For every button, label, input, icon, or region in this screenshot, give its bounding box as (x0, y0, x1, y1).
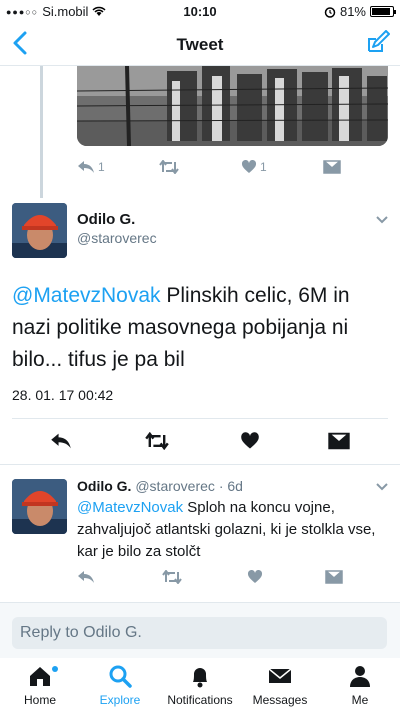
reply-input[interactable]: Reply to Odilo G. (12, 617, 387, 649)
chevron-down-icon[interactable] (375, 482, 389, 492)
author-name[interactable]: Odilo G. (77, 478, 131, 494)
dm-action[interactable] (328, 432, 350, 450)
tab-label: Notifications (167, 693, 233, 707)
bell-icon (193, 668, 207, 688)
tab-label: Me (351, 693, 369, 707)
tab-explore[interactable]: Explore (80, 664, 160, 707)
mention-link[interactable]: @MatevzNovak (77, 499, 183, 516)
author-name[interactable]: Odilo G. (77, 211, 135, 228)
notification-dot (52, 666, 58, 672)
tab-messages[interactable]: Messages (240, 664, 320, 707)
tab-me[interactable]: Me (320, 664, 400, 707)
battery-icon (370, 6, 396, 17)
tweet-timestamp: 28. 01. 17 00:42 (12, 387, 114, 403)
like-action[interactable] (247, 570, 325, 584)
heart-icon (241, 160, 257, 173)
page-title: Tweet (176, 35, 224, 54)
main-tweet-actions (50, 432, 350, 450)
direct-message-icon (323, 160, 341, 174)
reply-header: Odilo G. @staroverec · 6d (77, 478, 243, 494)
retweet-icon (145, 432, 169, 450)
divider (12, 418, 388, 419)
like-count: 1 (260, 160, 267, 174)
tweet-age: · 6d (218, 478, 243, 494)
envelope-icon (268, 668, 292, 683)
photo-image (77, 66, 388, 146)
reply-icon (78, 571, 94, 583)
reply-icon (78, 161, 94, 173)
heart-icon (241, 432, 259, 449)
retweet-action[interactable] (162, 570, 247, 584)
reply-action[interactable] (50, 432, 145, 450)
tweet-text: @MatevzNovak Plinskih celic, 6M in nazi … (12, 280, 382, 376)
divider (0, 464, 400, 465)
tweet-text: @MatevzNovak Sploh na koncu vojne, zahva… (77, 497, 382, 563)
battery-percent: 81% (339, 4, 366, 19)
chevron-down-icon[interactable] (375, 215, 389, 225)
avatar-image (12, 479, 67, 534)
retweet-icon (162, 570, 182, 584)
prev-tweet-actions: 1 1 (77, 160, 377, 174)
avatar-image (12, 203, 67, 258)
retweet-action[interactable] (159, 160, 241, 174)
author-handle[interactable]: @staroverec (77, 230, 157, 246)
direct-message-icon (328, 432, 350, 450)
reply-action[interactable]: 1 (77, 160, 159, 174)
compose-tweet-icon[interactable] (366, 30, 390, 54)
home-icon (30, 667, 50, 686)
mention-link[interactable]: @MatevzNovak (12, 284, 161, 307)
tab-label: Home (23, 693, 56, 707)
direct-message-icon (325, 570, 343, 584)
dm-action[interactable] (323, 160, 341, 174)
like-action[interactable] (240, 432, 328, 450)
avatar[interactable] (12, 479, 67, 534)
dm-action[interactable] (325, 570, 343, 584)
reply-icon (51, 433, 71, 449)
nav-bar: Tweet (0, 22, 400, 66)
reply-tweet-actions (77, 570, 377, 584)
reply-action[interactable] (77, 570, 162, 584)
tweet-photo[interactable] (77, 66, 388, 146)
tab-bar: Home Explore Notifications Messages Me (0, 658, 400, 711)
alarm-icon (324, 6, 336, 18)
retweet-icon (159, 160, 179, 174)
thread-connector-line (40, 66, 43, 198)
author-handle[interactable]: @staroverec (135, 478, 215, 494)
tab-label: Messages (252, 693, 308, 707)
like-action[interactable]: 1 (241, 160, 323, 174)
avatar[interactable] (12, 203, 67, 258)
reply-count: 1 (98, 160, 105, 174)
tab-label: Explore (99, 693, 141, 707)
person-icon (350, 666, 370, 687)
search-icon (109, 665, 132, 688)
status-bar: ●●●○○ Si.mobil 10:10 81% (0, 0, 400, 22)
heart-icon (247, 570, 263, 583)
tab-home[interactable]: Home (0, 664, 80, 707)
retweet-action[interactable] (145, 432, 240, 450)
tab-notifications[interactable]: Notifications (160, 664, 240, 707)
